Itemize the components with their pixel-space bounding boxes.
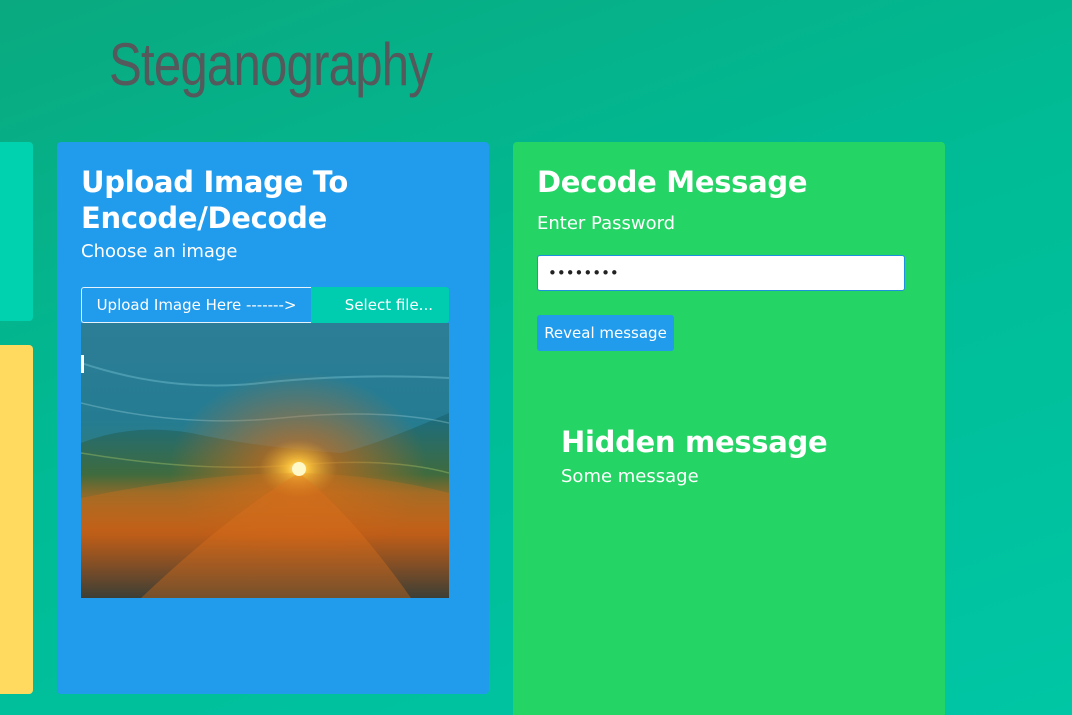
password-input[interactable]	[537, 255, 905, 291]
decode-card-heading: Decode Message	[537, 165, 808, 199]
text-cursor	[81, 355, 84, 373]
select-file-button[interactable]: Select file...	[311, 287, 449, 323]
upload-card: Upload Image To Encode/Decode Choose an …	[57, 142, 489, 694]
image-preview-graphic	[81, 323, 449, 598]
hidden-message-text: Some message	[561, 466, 699, 487]
upload-card-heading: Upload Image To Encode/Decode	[81, 165, 349, 235]
page-title: Steganography	[109, 31, 433, 98]
file-upload-label[interactable]: Upload Image Here ------->	[81, 287, 311, 323]
side-card-teal	[0, 142, 33, 321]
password-label: Enter Password	[537, 213, 676, 234]
reveal-message-button[interactable]: Reveal message	[537, 315, 674, 351]
image-preview	[81, 323, 449, 598]
file-upload-control[interactable]: Upload Image Here -------> Select file..…	[81, 287, 449, 323]
side-card-yellow	[0, 345, 33, 694]
decode-card: Decode Message Enter Password Reveal mes…	[513, 142, 945, 715]
choose-image-label: Choose an image	[81, 241, 238, 262]
hidden-message-title: Hidden message	[561, 425, 828, 459]
